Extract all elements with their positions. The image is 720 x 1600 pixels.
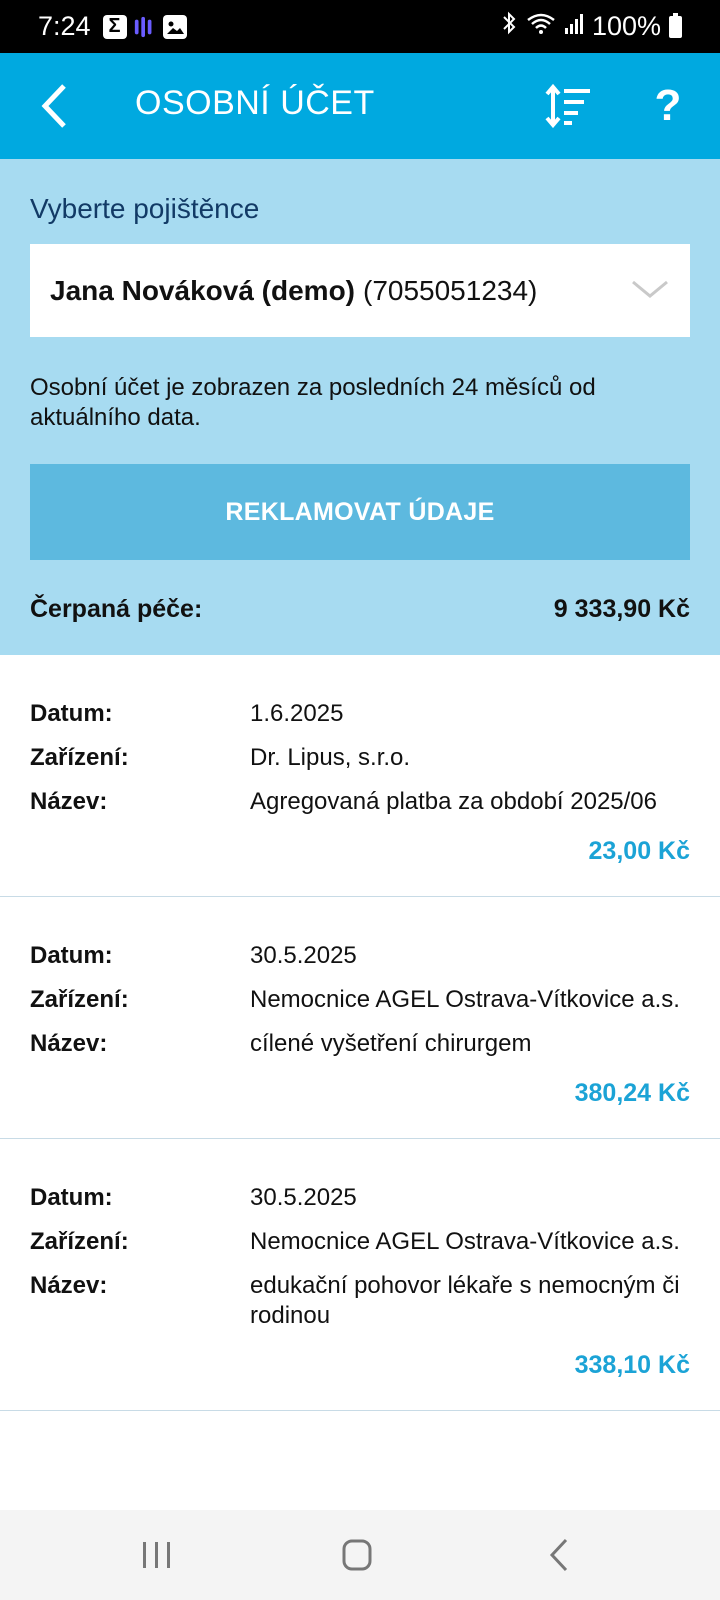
sigma-app-icon: Σ bbox=[102, 14, 127, 39]
recent-apps-button[interactable] bbox=[133, 1537, 181, 1573]
battery-level: 100% bbox=[591, 11, 661, 41]
date-label: Datum: bbox=[30, 700, 113, 727]
insured-select-label: Vyberte pojištěnce bbox=[30, 193, 260, 224]
status-right: 100% bbox=[500, 11, 682, 42]
name-label: Název: bbox=[30, 1030, 108, 1057]
facility-label: Zařízení: bbox=[30, 986, 129, 1013]
status-bar: 7:24 Σ 100% bbox=[0, 0, 720, 53]
amount-value: 380,24 Kč bbox=[574, 1079, 690, 1107]
amount-value: 338,10 Kč bbox=[574, 1351, 690, 1379]
name-label: Název: bbox=[30, 788, 108, 815]
sort-button[interactable] bbox=[544, 83, 592, 129]
facility-value: Nemocnice AGEL Ostrava-Vítkovice a.s. bbox=[250, 986, 680, 1013]
wifi-icon bbox=[526, 11, 556, 42]
chevron-down-icon bbox=[632, 280, 668, 298]
record-item[interactable]: Datum: 1.6.2025 Zařízení: Dr. Lipus, s.r.o… bbox=[0, 655, 720, 897]
page-title: OSOBNÍ ÚČET bbox=[135, 84, 375, 122]
app-bar: OSOBNÍ ÚČET ? bbox=[0, 53, 720, 159]
home-icon bbox=[342, 1539, 372, 1571]
date-value: 30.5.2025 bbox=[250, 1184, 357, 1211]
record-item[interactable]: Datum: 30.5.2025 Zařízení: Nemocnice AGEL … bbox=[0, 897, 720, 1139]
amount-value: 23,00 Kč bbox=[588, 837, 690, 865]
filter-panel: Vyberte pojištěnce Jana Nováková (demo) … bbox=[0, 159, 720, 655]
insured-select[interactable]: Jana Nováková (demo) (7055051234) bbox=[30, 244, 690, 337]
back-button[interactable] bbox=[32, 79, 76, 133]
facility-value: Dr. Lipus, s.r.o. bbox=[250, 744, 411, 771]
bluetooth-icon bbox=[500, 11, 518, 42]
date-value: 30.5.2025 bbox=[250, 942, 357, 969]
recent-apps-icon bbox=[143, 1542, 170, 1568]
insured-number: (7055051234) bbox=[363, 274, 538, 306]
battery-icon bbox=[669, 12, 682, 38]
help-button[interactable]: ? bbox=[648, 79, 688, 133]
back-icon bbox=[549, 1538, 568, 1572]
facility-value: Nemocnice AGEL Ostrava-Vítkovice a.s. bbox=[250, 1228, 680, 1255]
record-item[interactable]: Datum: 30.5.2025 Zařízení: Nemocnice AGEL … bbox=[0, 1139, 720, 1411]
name-value: Agregovaná platba za období 2025/06 bbox=[250, 788, 658, 815]
home-button[interactable] bbox=[334, 1537, 382, 1573]
date-label: Datum: bbox=[30, 942, 113, 969]
facility-label: Zařízení: bbox=[30, 1228, 129, 1255]
date-value: 1.6.2025 bbox=[250, 700, 344, 727]
insured-name: Jana Nováková (demo) bbox=[50, 274, 355, 306]
chevron-left-icon bbox=[41, 84, 66, 128]
info-text: Osobní účet je zobrazen za posledních 24… bbox=[30, 374, 596, 431]
sort-icon bbox=[545, 83, 590, 129]
audio-app-icon bbox=[133, 15, 157, 39]
name-value: cílené vyšetření chirurgem bbox=[250, 1030, 532, 1057]
name-label: Název: bbox=[30, 1272, 108, 1299]
name-value: edukační pohovor lékaře s nemocným či ro… bbox=[250, 1272, 680, 1329]
notification-icons: Σ bbox=[102, 14, 187, 39]
status-time: 7:24 bbox=[38, 11, 91, 41]
total-value: 9 333,90 Kč bbox=[553, 595, 690, 623]
facility-label: Zařízení: bbox=[30, 744, 129, 771]
total-label: Čerpaná péče: bbox=[30, 595, 203, 623]
gallery-icon bbox=[162, 14, 187, 39]
system-nav-bar bbox=[0, 1510, 720, 1600]
system-back-button[interactable] bbox=[536, 1537, 584, 1573]
date-label: Datum: bbox=[30, 1184, 113, 1211]
records-list: Datum: 1.6.2025 Zařízení: Dr. Lipus, s.r.o… bbox=[0, 655, 720, 1411]
claim-button[interactable]: REKLAMOVAT ÚDAJE bbox=[30, 464, 690, 560]
signal-icon bbox=[564, 11, 584, 42]
